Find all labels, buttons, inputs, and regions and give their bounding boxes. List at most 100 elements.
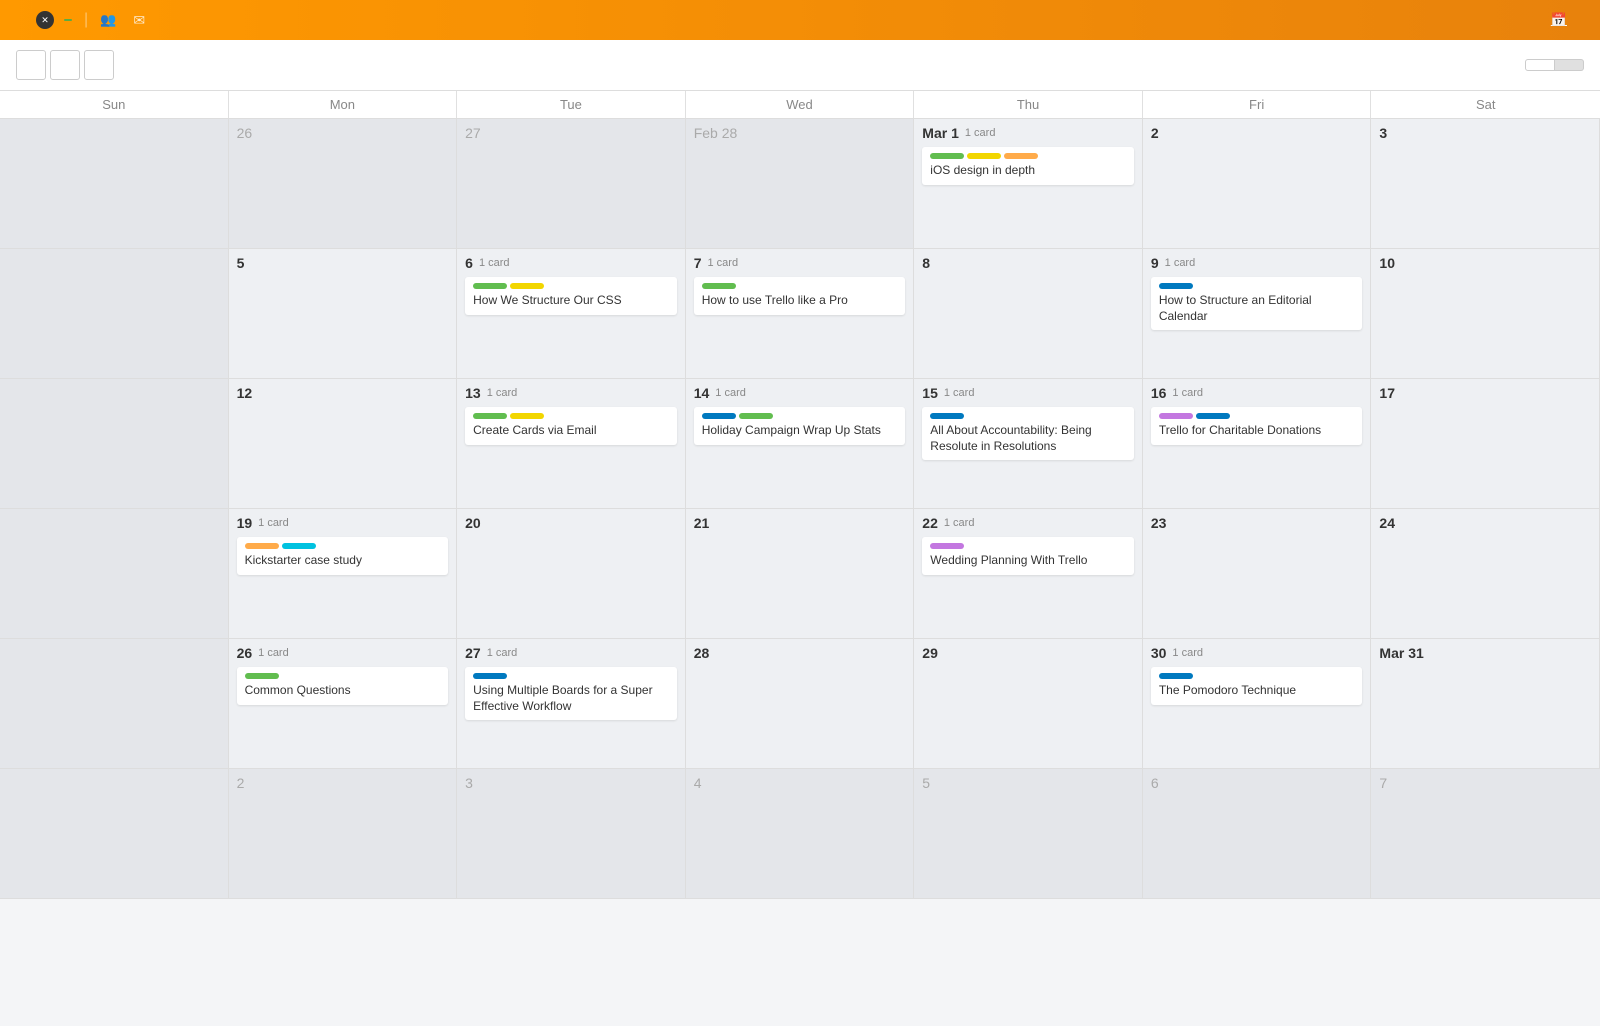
cal-cell-w1d2[interactable]: 61 cardHow We Structure Our CSS bbox=[457, 249, 686, 379]
cal-cell-w0d3[interactable]: Feb 28 bbox=[686, 119, 915, 249]
cal-cell-w3d0[interactable] bbox=[0, 509, 229, 639]
cal-cell-w2d4[interactable]: 151 cardAll About Accountability: Being … bbox=[914, 379, 1143, 509]
month-view-button[interactable] bbox=[1555, 59, 1584, 71]
calendar-link[interactable]: 📅 bbox=[1551, 12, 1572, 28]
card-title: Trello for Charitable Donations bbox=[1159, 423, 1355, 439]
cal-cell-w0d2[interactable]: 27 bbox=[457, 119, 686, 249]
label-tag-yellow bbox=[510, 283, 544, 289]
up-button[interactable] bbox=[50, 50, 80, 80]
cal-cell-w3d2[interactable]: 20 bbox=[457, 509, 686, 639]
cal-cell-w4d3[interactable]: 28 bbox=[686, 639, 915, 769]
day-number: 27 bbox=[465, 645, 481, 661]
calendar-card[interactable]: All About Accountability: Being Resolute… bbox=[922, 407, 1134, 460]
calendar-card[interactable]: Holiday Campaign Wrap Up Stats bbox=[694, 407, 906, 445]
label-tag-purple bbox=[1159, 413, 1193, 419]
card-title: Common Questions bbox=[245, 683, 441, 699]
card-labels bbox=[1159, 673, 1355, 679]
cal-cell-w5d5[interactable]: 6 bbox=[1143, 769, 1372, 899]
cal-cell-w3d6[interactable]: 24 bbox=[1371, 509, 1600, 639]
card-title: Create Cards via Email bbox=[473, 423, 669, 439]
calendar-card[interactable]: Create Cards via Email bbox=[465, 407, 677, 445]
cal-cell-w5d3[interactable]: 4 bbox=[686, 769, 915, 899]
day-number: 10 bbox=[1379, 255, 1395, 271]
calendar-card[interactable]: How to use Trello like a Pro bbox=[694, 277, 906, 315]
label-tag-green bbox=[473, 283, 507, 289]
cal-cell-w3d3[interactable]: 21 bbox=[686, 509, 915, 639]
day-number: 12 bbox=[237, 385, 253, 401]
day-header: 8 bbox=[922, 255, 1134, 271]
card-count: 1 card bbox=[479, 257, 510, 269]
day-header: 2 bbox=[1151, 125, 1363, 141]
day-number: 24 bbox=[1379, 515, 1395, 531]
down-button[interactable] bbox=[84, 50, 114, 80]
day-header: 2 bbox=[237, 775, 449, 791]
cal-cell-w1d0[interactable] bbox=[0, 249, 229, 379]
cal-cell-w2d3[interactable]: 141 cardHoliday Campaign Wrap Up Stats bbox=[686, 379, 915, 509]
calendar-card[interactable]: Common Questions bbox=[237, 667, 449, 705]
day-number: 28 bbox=[694, 645, 710, 661]
day-number: 23 bbox=[1151, 515, 1167, 531]
cal-cell-w1d1[interactable]: 5 bbox=[229, 249, 458, 379]
cal-cell-w5d4[interactable]: 5 bbox=[914, 769, 1143, 899]
cal-cell-w0d5[interactable]: 2 bbox=[1143, 119, 1372, 249]
cal-cell-w5d0[interactable] bbox=[0, 769, 229, 899]
cal-cell-w1d3[interactable]: 71 cardHow to use Trello like a Pro bbox=[686, 249, 915, 379]
cal-cell-w3d1[interactable]: 191 cardKickstarter case study bbox=[229, 509, 458, 639]
day-header: 131 card bbox=[465, 385, 677, 401]
calendar-card[interactable]: How to Structure an Editorial Calendar bbox=[1151, 277, 1363, 330]
calendar-card[interactable]: Using Multiple Boards for a Super Effect… bbox=[465, 667, 677, 720]
cal-cell-w4d1[interactable]: 261 cardCommon Questions bbox=[229, 639, 458, 769]
calendar-card[interactable]: Kickstarter case study bbox=[237, 537, 449, 575]
calendar-card[interactable]: Wedding Planning With Trello bbox=[922, 537, 1134, 575]
cal-cell-w0d1[interactable]: 26 bbox=[229, 119, 458, 249]
cal-cell-w4d0[interactable] bbox=[0, 639, 229, 769]
cal-cell-w4d2[interactable]: 27 1 card Using Multiple Boards for a Supe… bbox=[457, 639, 686, 769]
day-header: 5 bbox=[237, 255, 449, 271]
label-tag-orange bbox=[245, 543, 279, 549]
view-toggle bbox=[1525, 59, 1584, 71]
label-tag-green bbox=[245, 673, 279, 679]
cal-cell-w0d0[interactable] bbox=[0, 119, 229, 249]
calendar-card[interactable]: The Pomodoro Technique bbox=[1151, 667, 1363, 705]
navbar-right: 📅 bbox=[1551, 12, 1588, 28]
cal-cell-w2d1[interactable]: 12 bbox=[229, 379, 458, 509]
week-view-button[interactable] bbox=[1525, 59, 1555, 71]
card-labels bbox=[245, 673, 441, 679]
dow-cell-fri: Fri bbox=[1143, 91, 1372, 118]
day-number: Feb 28 bbox=[694, 125, 738, 141]
day-header: 301 card bbox=[1151, 645, 1363, 661]
calendar-card[interactable]: iOS design in depth bbox=[922, 147, 1134, 185]
day-number: 9 bbox=[1151, 255, 1159, 271]
cal-cell-w2d5[interactable]: 161 cardTrello for Charitable Donations bbox=[1143, 379, 1372, 509]
label-tag-blue bbox=[1159, 283, 1193, 289]
cal-cell-w1d4[interactable]: 8 bbox=[914, 249, 1143, 379]
cal-cell-w5d6[interactable]: 7 bbox=[1371, 769, 1600, 899]
cal-cell-w4d6[interactable]: Mar 31 bbox=[1371, 639, 1600, 769]
cal-cell-w0d4[interactable]: Mar 11 cardiOS design in depth bbox=[914, 119, 1143, 249]
cal-cell-w5d2[interactable]: 3 bbox=[457, 769, 686, 899]
org-badge[interactable]: ✕ bbox=[36, 11, 72, 29]
notification-icon[interactable]: ✉ bbox=[133, 12, 145, 29]
cal-cell-w3d5[interactable]: 23 bbox=[1143, 509, 1372, 639]
label-tag-yellow bbox=[510, 413, 544, 419]
cal-cell-w3d4[interactable]: 221 cardWedding Planning With Trello bbox=[914, 509, 1143, 639]
card-title: Kickstarter case study bbox=[245, 553, 441, 569]
cal-cell-w2d0[interactable] bbox=[0, 379, 229, 509]
card-labels bbox=[702, 413, 898, 419]
cal-cell-w4d5[interactable]: 301 card The Pomodoro Technique bbox=[1143, 639, 1372, 769]
calendar-card[interactable]: How We Structure Our CSS bbox=[465, 277, 677, 315]
card-labels bbox=[1159, 413, 1355, 419]
card-count: 1 card bbox=[1165, 257, 1196, 269]
cal-cell-w0d6[interactable]: 3 bbox=[1371, 119, 1600, 249]
card-count: 1 card bbox=[487, 647, 518, 659]
cal-cell-w2d6[interactable]: 17 bbox=[1371, 379, 1600, 509]
day-number: 3 bbox=[1379, 125, 1387, 141]
cal-cell-w1d6[interactable]: 10 bbox=[1371, 249, 1600, 379]
calendar-card[interactable]: Trello for Charitable Donations bbox=[1151, 407, 1363, 445]
cal-cell-w1d5[interactable]: 9 1 card How to Structure an Editorial Cal… bbox=[1143, 249, 1372, 379]
cal-cell-w4d4[interactable]: 29 bbox=[914, 639, 1143, 769]
prev-button[interactable] bbox=[16, 50, 46, 80]
label-tag-green bbox=[473, 413, 507, 419]
cal-cell-w2d2[interactable]: 131 card Create Cards via Email bbox=[457, 379, 686, 509]
cal-cell-w5d1[interactable]: 2 bbox=[229, 769, 458, 899]
